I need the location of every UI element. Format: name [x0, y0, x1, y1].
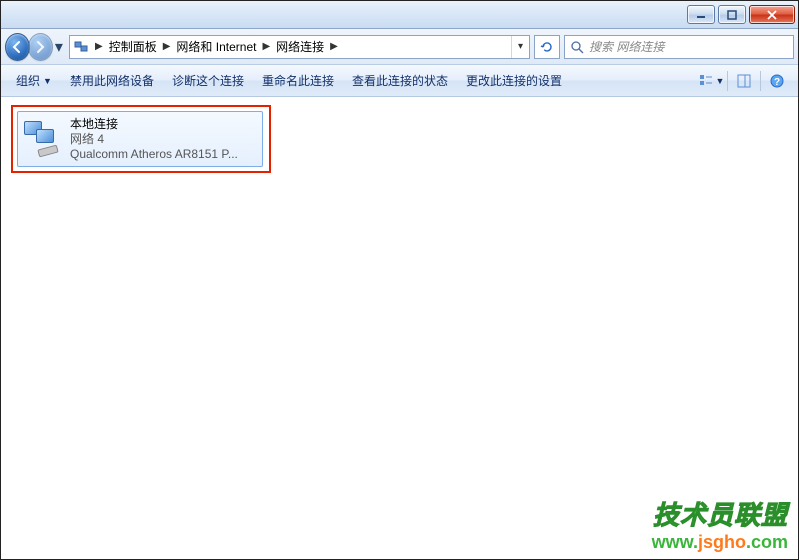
ethernet-icon — [24, 119, 64, 159]
content-pane: 本地连接 网络 4 Qualcomm Atheros AR8151 P... 技… — [1, 97, 798, 559]
search-input[interactable] — [589, 40, 788, 54]
arrow-left-icon — [10, 40, 24, 54]
label: 诊断这个连接 — [172, 72, 244, 89]
help-button[interactable]: ? — [762, 65, 792, 96]
arrow-right-icon — [33, 40, 47, 54]
history-dropdown[interactable]: ▾ — [53, 33, 65, 61]
address-dropdown[interactable]: ▾ — [511, 36, 529, 58]
view-icon — [698, 73, 714, 89]
navigation-bar: ▾ ▶ 控制面板 ▶ 网络和 Internet ▶ 网络连接 ▶ ▾ — [1, 29, 798, 65]
label: 组织 — [16, 72, 40, 89]
chevron-right-icon: ▶ — [160, 41, 174, 52]
minimize-button[interactable] — [687, 5, 715, 24]
watermark-url: www.www.jsgho.comjsgho.com — [652, 532, 788, 553]
close-icon — [766, 10, 778, 20]
chevron-right-icon: ▶ — [259, 41, 273, 52]
selection-highlight: 本地连接 网络 4 Qualcomm Atheros AR8151 P... — [11, 105, 271, 173]
connection-text: 本地连接 网络 4 Qualcomm Atheros AR8151 P... — [70, 117, 238, 162]
label: 查看此连接的状态 — [352, 72, 448, 89]
watermark: 技术员联盟 www.www.jsgho.comjsgho.com — [652, 495, 788, 553]
divider — [760, 71, 761, 91]
view-mode-button[interactable]: ▼ — [696, 65, 726, 96]
connection-device: Qualcomm Atheros AR8151 P... — [70, 147, 238, 162]
label: 更改此连接的设置 — [466, 72, 562, 89]
watermark-title: 技术员联盟 — [652, 495, 788, 532]
refresh-button[interactable] — [534, 35, 560, 59]
svg-text:?: ? — [774, 77, 780, 88]
diagnose-connection[interactable]: 诊断这个连接 — [163, 65, 253, 96]
command-bar: 组织▼ 禁用此网络设备 诊断这个连接 重命名此连接 查看此连接的状态 更改此连接… — [1, 65, 798, 97]
help-icon: ? — [769, 73, 785, 89]
close-button[interactable] — [749, 5, 795, 24]
rename-connection[interactable]: 重命名此连接 — [253, 65, 343, 96]
chevron-down-icon: ▼ — [716, 76, 725, 86]
chevron-down-icon: ▼ — [43, 76, 52, 86]
window-title-bar — [1, 1, 798, 29]
organize-menu[interactable]: 组织▼ — [7, 65, 61, 96]
label: 重命名此连接 — [262, 72, 334, 89]
maximize-button[interactable] — [718, 5, 746, 24]
search-box[interactable] — [564, 35, 794, 59]
connection-name: 本地连接 — [70, 117, 238, 132]
chevron-right-icon: ▶ — [327, 41, 341, 52]
address-bar[interactable]: ▶ 控制面板 ▶ 网络和 Internet ▶ 网络连接 ▶ ▾ — [69, 35, 530, 59]
crumb-network-connections[interactable]: 网络连接 — [273, 38, 327, 55]
change-settings[interactable]: 更改此连接的设置 — [457, 65, 571, 96]
label: 禁用此网络设备 — [70, 72, 154, 89]
crumb-control-panel[interactable]: 控制面板 — [106, 38, 160, 55]
divider — [727, 71, 728, 91]
nav-buttons: ▾ — [5, 32, 65, 62]
search-icon — [570, 40, 584, 54]
disable-device[interactable]: 禁用此网络设备 — [61, 65, 163, 96]
refresh-icon — [539, 39, 555, 55]
connection-network: 网络 4 — [70, 132, 238, 147]
network-icon — [70, 39, 92, 55]
preview-icon — [736, 73, 752, 89]
crumb-network-internet[interactable]: 网络和 Internet — [173, 38, 259, 55]
preview-pane-button[interactable] — [729, 65, 759, 96]
view-status[interactable]: 查看此连接的状态 — [343, 65, 457, 96]
chevron-right-icon: ▶ — [92, 41, 106, 52]
minimize-icon — [696, 10, 706, 20]
back-button[interactable] — [5, 33, 30, 61]
maximize-icon — [727, 10, 737, 20]
connection-item[interactable]: 本地连接 网络 4 Qualcomm Atheros AR8151 P... — [17, 111, 263, 167]
forward-button[interactable] — [28, 33, 53, 61]
